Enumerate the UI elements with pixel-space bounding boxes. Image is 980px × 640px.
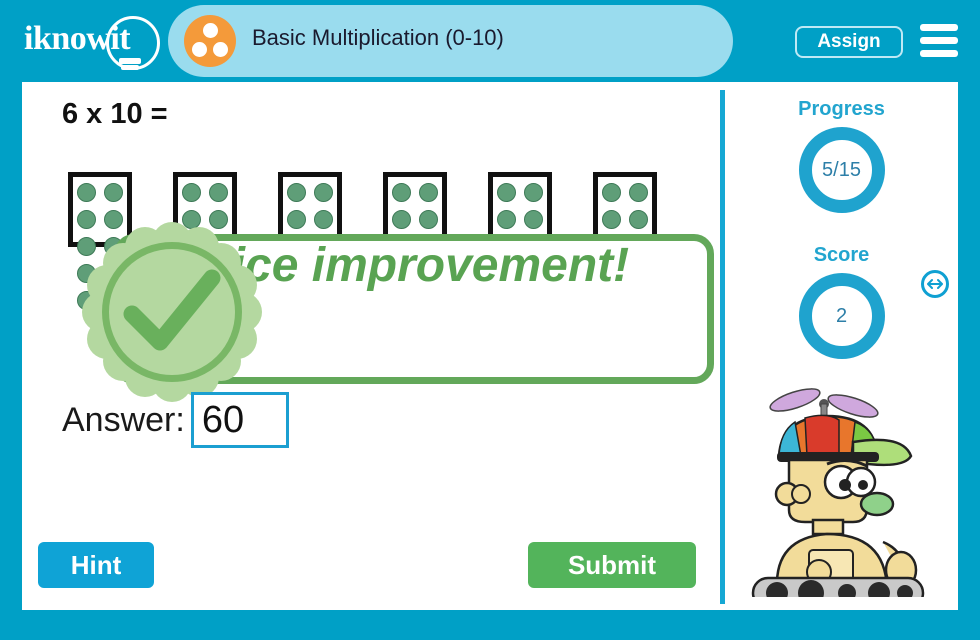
counter-dot bbox=[497, 210, 516, 229]
app-window: iknowit Basic Multiplication (0-10) Assi… bbox=[0, 0, 980, 640]
lightbulb-base bbox=[119, 58, 141, 64]
progress-section: Progress 5/15 bbox=[725, 98, 958, 213]
hint-button[interactable]: Hint bbox=[38, 542, 154, 588]
counter-dot bbox=[77, 183, 96, 202]
counter-dot bbox=[497, 183, 516, 202]
progress-label: Progress bbox=[798, 98, 885, 120]
resize-horizontal-icon[interactable] bbox=[921, 270, 949, 298]
menu-bar-2 bbox=[920, 37, 958, 44]
counter-dot bbox=[287, 183, 306, 202]
counter-dot bbox=[419, 183, 438, 202]
logo-text: iknowit bbox=[24, 20, 131, 57]
score-value: 2 bbox=[835, 304, 848, 327]
check-badge-icon bbox=[82, 222, 262, 402]
three-dots-circle-icon bbox=[184, 15, 236, 67]
dot-top bbox=[203, 23, 218, 38]
score-section: Score 2 bbox=[725, 244, 958, 359]
counter-dot bbox=[392, 210, 411, 229]
checkmark-icon bbox=[123, 269, 221, 351]
counter-dot bbox=[524, 183, 543, 202]
app-header: iknowit Basic Multiplication (0-10) Assi… bbox=[0, 0, 980, 82]
counter-dot bbox=[602, 183, 621, 202]
iknowit-logo[interactable]: iknowit bbox=[20, 14, 160, 70]
counter-dot bbox=[182, 183, 201, 202]
question-text: 6 x 10 = bbox=[62, 98, 168, 130]
content-area: 6 x 10 = Nice improvement! Answer: Hint … bbox=[22, 82, 958, 610]
menu-bar-1 bbox=[920, 24, 958, 31]
counter-dot bbox=[602, 210, 621, 229]
progress-ring: 5/15 bbox=[798, 127, 885, 213]
counter-dot bbox=[314, 210, 333, 229]
counter-dot bbox=[524, 210, 543, 229]
dot-left bbox=[192, 42, 207, 57]
counter-dot bbox=[629, 183, 648, 202]
robot-mascot-icon bbox=[735, 382, 950, 610]
stats-sidebar: Progress 5/15 Score 2 bbox=[725, 82, 958, 610]
answer-label: Answer: bbox=[62, 400, 185, 439]
answer-input[interactable] bbox=[190, 392, 289, 448]
counter-dot bbox=[419, 210, 438, 229]
hamburger-menu-icon[interactable] bbox=[920, 24, 958, 58]
submit-button[interactable]: Submit bbox=[528, 542, 696, 588]
assign-button[interactable]: Assign bbox=[795, 26, 903, 58]
dot-right bbox=[213, 42, 228, 57]
counter-dot bbox=[629, 210, 648, 229]
progress-value: 5/15 bbox=[822, 158, 861, 181]
score-ring: 2 bbox=[798, 273, 885, 359]
counter-dot bbox=[392, 183, 411, 202]
counter-dot bbox=[314, 183, 333, 202]
menu-bar-3 bbox=[920, 50, 958, 57]
counter-dot bbox=[104, 183, 123, 202]
topic-title: Basic Multiplication (0-10) bbox=[252, 25, 504, 50]
feedback-message: Nice improvement! bbox=[197, 239, 630, 292]
answer-row: Answer: bbox=[62, 392, 289, 448]
score-label: Score bbox=[813, 244, 870, 266]
counter-dot bbox=[209, 183, 228, 202]
topic-title-panel: Basic Multiplication (0-10) bbox=[168, 5, 733, 77]
counter-dot bbox=[287, 210, 306, 229]
lightbulb-base-lower bbox=[121, 65, 139, 70]
